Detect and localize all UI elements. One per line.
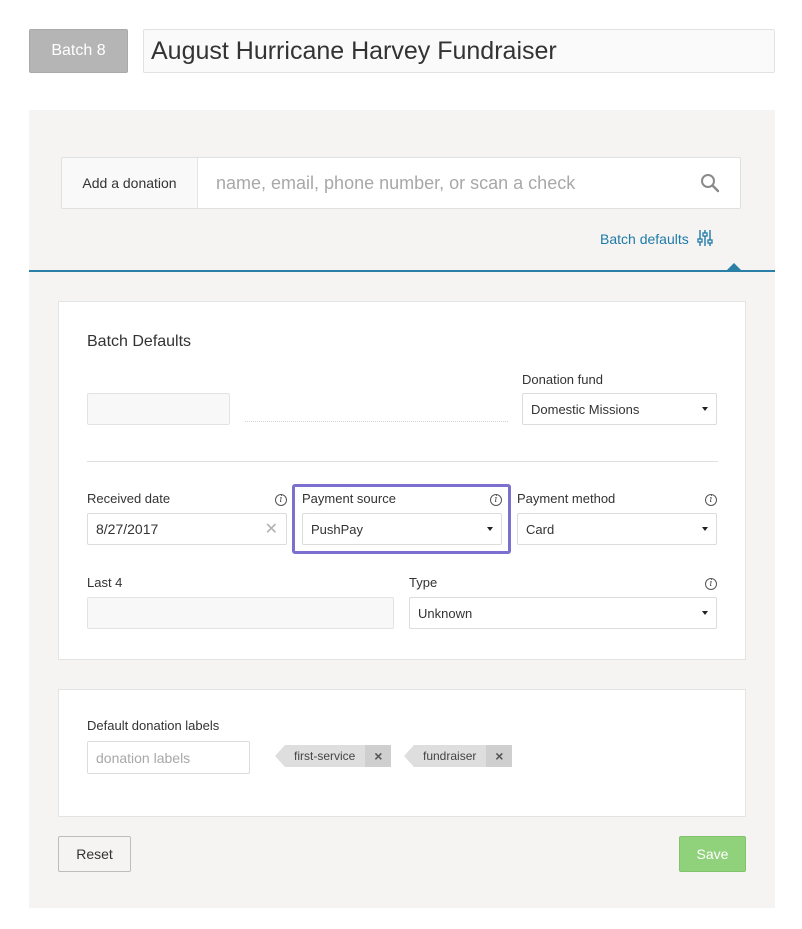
payment-source-label: Payment source xyxy=(302,491,396,506)
type-select[interactable]: Unknown xyxy=(409,597,717,629)
remove-tag-icon[interactable]: × xyxy=(365,745,392,767)
info-icon[interactable]: i xyxy=(490,494,502,506)
donation-fund-label: Donation fund xyxy=(522,372,603,387)
donation-labels-label: Default donation labels xyxy=(87,718,220,733)
card-divider xyxy=(87,461,718,462)
caret-down-icon xyxy=(702,527,708,531)
add-donation-bar: Add a donation xyxy=(61,157,741,209)
label-tag: fundraiser × xyxy=(403,745,513,767)
payment-method-label: Payment method xyxy=(517,491,616,506)
received-date-value: 8/27/2017 xyxy=(96,521,159,537)
batch-defaults-toggle[interactable]: Batch defaults xyxy=(600,226,713,252)
section-divider xyxy=(29,270,775,272)
placeholder-line xyxy=(245,421,508,422)
remove-tag-icon[interactable]: × xyxy=(486,745,513,767)
caret-up-icon xyxy=(726,263,742,271)
payment-method-select[interactable]: Card xyxy=(517,513,717,545)
label-tag: first-service × xyxy=(274,745,392,767)
batch-defaults-label: Batch defaults xyxy=(600,231,689,247)
batch-title-field[interactable]: August Hurricane Harvey Fundraiser xyxy=(143,29,775,73)
save-button[interactable]: Save xyxy=(679,836,746,872)
donation-labels-input[interactable] xyxy=(87,741,250,774)
add-donation-label: Add a donation xyxy=(62,158,198,208)
info-icon[interactable]: i xyxy=(705,578,717,590)
batch-defaults-title: Batch Defaults xyxy=(87,333,192,350)
reset-button[interactable]: Reset xyxy=(58,836,131,872)
empty-default-field[interactable] xyxy=(87,393,230,425)
sliders-icon xyxy=(697,229,713,250)
donation-fund-select[interactable]: Domestic Missions xyxy=(522,393,717,425)
info-icon[interactable]: i xyxy=(275,494,287,506)
type-value: Unknown xyxy=(418,605,473,621)
payment-source-select[interactable]: PushPay xyxy=(302,513,502,545)
received-date-label: Received date xyxy=(87,491,171,506)
payment-source-value: PushPay xyxy=(311,521,364,537)
donation-search-input[interactable] xyxy=(198,158,680,208)
caret-down-icon xyxy=(487,527,493,531)
clear-date-icon[interactable]: ✕ xyxy=(265,519,278,539)
batch-badge: Batch 8 xyxy=(29,29,128,73)
last4-field[interactable] xyxy=(87,597,394,629)
info-icon[interactable]: i xyxy=(705,494,717,506)
last4-label: Last 4 xyxy=(87,575,123,590)
tag-text: first-service xyxy=(294,749,356,763)
caret-down-icon xyxy=(702,407,708,411)
payment-method-value: Card xyxy=(526,521,555,537)
received-date-field[interactable]: 8/27/2017 ✕ xyxy=(87,513,287,545)
type-label: Type xyxy=(409,575,438,590)
donation-fund-value: Domestic Missions xyxy=(531,401,640,417)
tag-text: fundraiser xyxy=(423,749,477,763)
caret-down-icon xyxy=(702,611,708,615)
search-icon[interactable] xyxy=(680,158,740,208)
